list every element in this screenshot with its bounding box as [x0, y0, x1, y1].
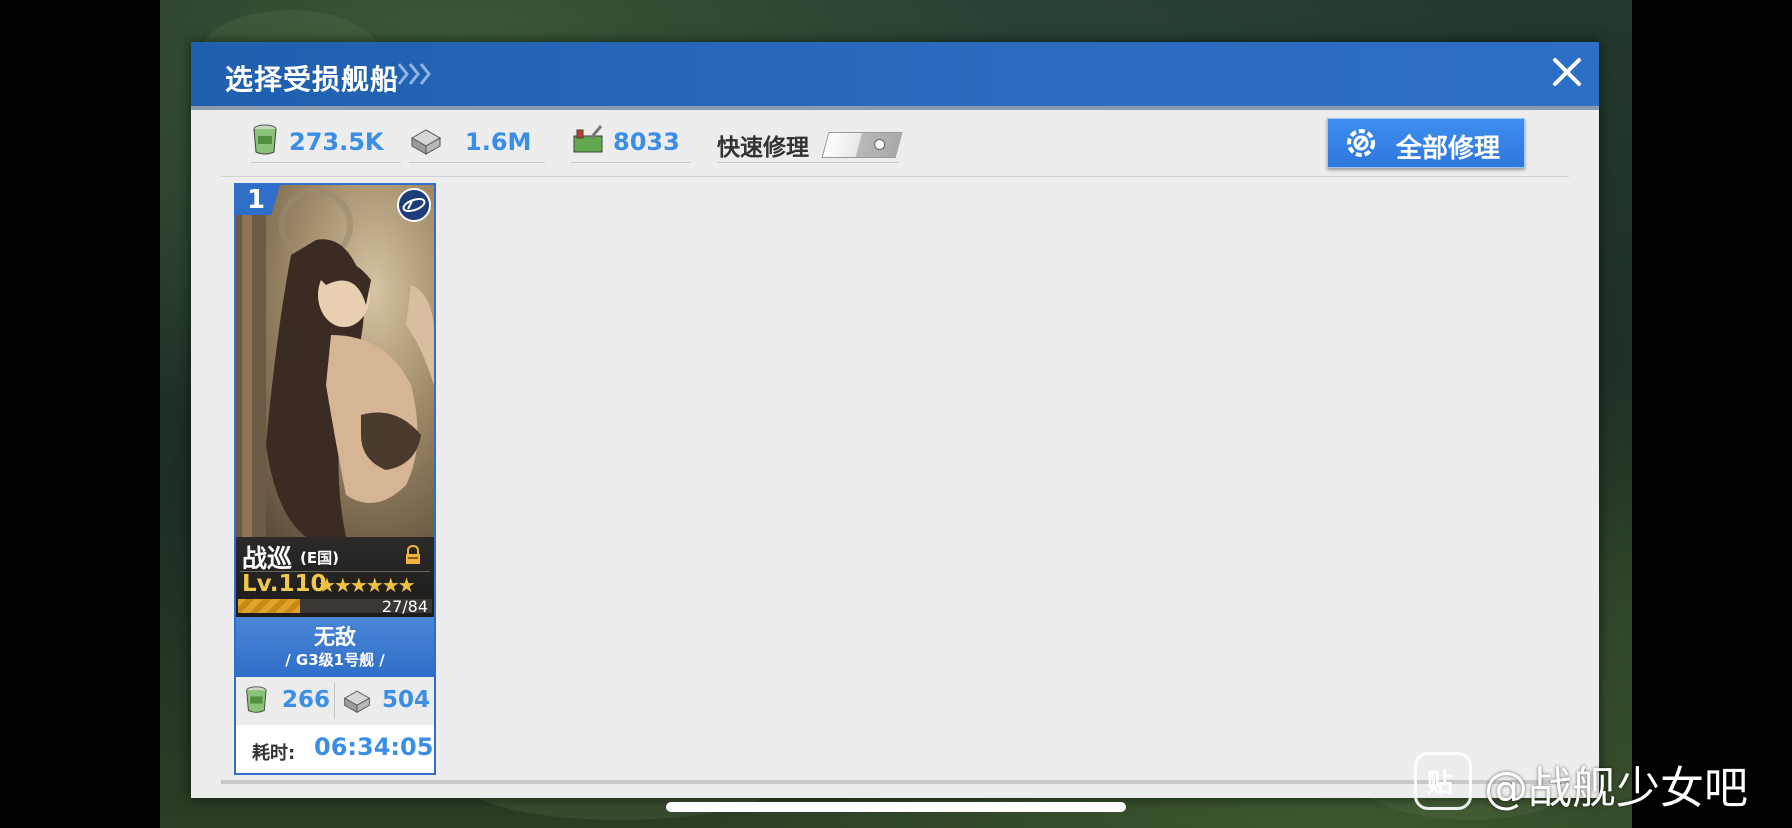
fuel-icon — [246, 686, 267, 713]
watermark-text: @战舰少女吧 — [1484, 763, 1748, 814]
divider — [221, 176, 1569, 177]
dialog-title: 选择受损舰船 — [225, 63, 400, 96]
ship-name: 无敌 — [314, 625, 356, 649]
ship-level: Lv.110 — [242, 571, 327, 597]
repair-cost-row: 266 504 — [236, 677, 434, 726]
ship-card[interactable]: 1 战巡 (E国) Lv.110 ★★★★★★ 27/84 无敌 / G3级1号… — [234, 183, 436, 775]
character-illustration — [236, 185, 434, 537]
logo-char: 贴 — [1427, 769, 1454, 799]
steel-icon — [343, 690, 371, 714]
steel-icon — [410, 129, 442, 155]
steel-resource: 1.6M — [409, 116, 545, 163]
steel-cost: 504 — [382, 687, 431, 713]
dialog-header: 选择受损舰船 — [191, 42, 1599, 110]
ship-country: (E国) — [300, 549, 339, 567]
lock-icon — [406, 545, 420, 564]
exp-text: 27/84 — [381, 597, 428, 616]
repair-all-label: 全部修理 — [1396, 134, 1501, 164]
quick-repair-label: 快速修理 — [717, 135, 809, 161]
toggle-knob — [874, 139, 886, 150]
repair-time-row: 耗时: 06:34:05 — [236, 725, 434, 773]
time-label: 耗时: — [252, 743, 296, 764]
chevrons-icon — [397, 63, 431, 85]
exp-bar: 27/84 — [238, 597, 432, 616]
fuel-value: 273.5K — [289, 128, 384, 156]
ship-portrait: 1 — [236, 185, 434, 537]
ship-type: 战巡 — [242, 544, 293, 573]
star-rating: ★★★★★★ — [318, 573, 416, 597]
close-icon[interactable] — [1547, 52, 1587, 92]
fuel-icon — [253, 124, 277, 155]
repair-kit-value: 8033 — [613, 128, 680, 156]
ship-info-band: 战巡 (E国) Lv.110 ★★★★★★ 27/84 — [236, 537, 434, 617]
quick-repair: 快速修理 — [717, 116, 903, 163]
repair-kit-icon — [573, 125, 603, 153]
cost-separator — [334, 683, 335, 719]
exp-fill — [238, 599, 301, 613]
repair-kit-resource: 8033 — [571, 116, 691, 163]
repair-all-button[interactable]: 全部修理 — [1327, 118, 1525, 168]
steel-value: 1.6M — [465, 128, 532, 156]
bottom-divider — [221, 780, 1569, 784]
repair-time: 06:34:05 — [314, 733, 434, 761]
quick-repair-toggle[interactable] — [821, 132, 903, 158]
ship-class: / G3级1号舰 / — [285, 651, 385, 669]
fuel-resource: 273.5K — [251, 116, 401, 163]
fuel-cost: 266 — [282, 687, 331, 713]
ship-name-band: 无敌 / G3级1号舰 / — [236, 617, 434, 677]
home-indicator[interactable] — [666, 802, 1126, 812]
card-index: 1 — [247, 185, 266, 215]
gear-wrench-icon — [1347, 129, 1375, 157]
watermark: 贴 @战舰少女吧 — [1414, 748, 1774, 814]
anti-air-icon — [397, 188, 431, 222]
tieba-logo-icon: 贴 — [1414, 752, 1472, 810]
